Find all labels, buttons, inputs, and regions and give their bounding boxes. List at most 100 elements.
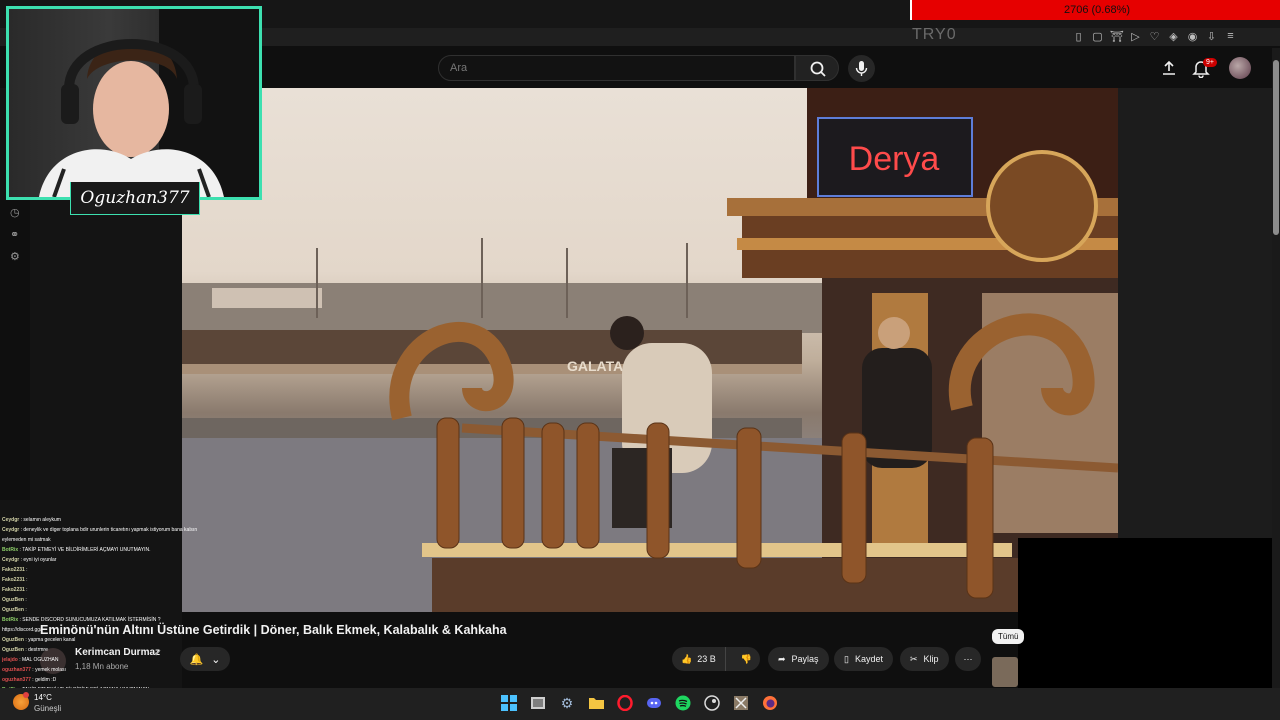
chat-username[interactable]: OguzBen <box>2 647 24 653</box>
chat-text: : <box>24 587 28 593</box>
weather-temperature[interactable]: 14°C <box>34 693 52 702</box>
chat-message: Ceydgr : selamın aleykum <box>2 515 237 525</box>
chat-username[interactable]: Ceydgr <box>2 527 19 533</box>
streamer-name-plate: Oguzhan377 <box>70 182 200 215</box>
settings-icon[interactable]: ⚙ <box>10 250 20 263</box>
share-label: Paylaş <box>791 654 819 664</box>
chat-message: OguzBen : destrmre <box>2 645 237 655</box>
chat-username[interactable]: OguzBen <box>2 637 24 643</box>
opera-icon[interactable] <box>614 692 636 714</box>
settings-icon[interactable]: ⚙ <box>556 692 578 714</box>
chat-username[interactable]: Ceydgr <box>2 517 19 523</box>
search-input[interactable]: Ara <box>438 55 795 81</box>
play-icon[interactable]: ▷ <box>1129 30 1142 43</box>
chat-username[interactable]: oguzhan377 <box>2 677 31 683</box>
chat-username[interactable]: OguzBen <box>2 607 24 613</box>
chat-username[interactable]: OguzBen <box>2 597 24 603</box>
chat-text: : SENDE DISCORD SUNUCUMUZA KATILMAK İSTE… <box>18 617 161 623</box>
thumbs-up-icon: 👍 <box>681 653 693 664</box>
extensions-icon[interactable]: ◈ <box>1167 30 1180 43</box>
chat-message: https://discord.gg/ <box>2 625 237 635</box>
steam-icon[interactable] <box>701 692 723 714</box>
chat-text: : yemek molası <box>30 667 66 673</box>
microphone-icon <box>855 61 868 76</box>
like-button[interactable]: 👍 23 B <box>672 647 727 671</box>
voice-search-button[interactable] <box>848 55 875 82</box>
overlay-blackout <box>1018 538 1280 688</box>
game-icon[interactable] <box>730 692 752 714</box>
chat-text: : yapma gecelen kanal <box>23 637 76 643</box>
stream-chat: Ceydgr : selamın aleykum Ceydgr : deneyli… <box>2 515 237 695</box>
share-icon: ➦ <box>778 653 786 664</box>
notifications-badge: 9+ <box>1203 58 1217 67</box>
chat-message: Fako2231 : <box>2 585 237 595</box>
profile-icon[interactable]: ◉ <box>1186 30 1199 43</box>
shield-icon[interactable]: ⛩ <box>1110 30 1124 43</box>
webcam-feed <box>39 9 259 197</box>
clip-button[interactable]: ✂ Klip <box>900 647 949 671</box>
clip-history-icon[interactable]: ⚭ <box>10 228 19 241</box>
extension-toolbar: ▯ ▢ ⛩ ▷ ♡ ◈ ◉ ⇩ ≡ <box>1072 30 1237 43</box>
scissors-icon: ✂ <box>910 653 918 664</box>
browser-tab-title[interactable]: TRY0 <box>912 26 957 44</box>
chat-username[interactable]: jelajdo <box>2 657 18 663</box>
chat-username[interactable]: oguzhan377 <box>2 667 31 673</box>
thumbs-down-icon: 👎 <box>740 653 752 664</box>
menu-icon[interactable]: ≡ <box>1224 30 1237 43</box>
weather-description[interactable]: Güneşli <box>34 704 61 713</box>
more-icon: ⋯ <box>963 653 973 664</box>
history-icon[interactable]: ◷ <box>10 206 20 219</box>
chat-username[interactable]: BotRix <box>2 547 18 553</box>
upload-icon[interactable] <box>1160 59 1178 82</box>
save-label: Kaydet <box>854 654 883 664</box>
scrollbar-thumb[interactable] <box>1273 60 1279 235</box>
chat-username[interactable]: Fako2231 <box>2 567 25 573</box>
save-button[interactable]: ▯ Kaydet <box>834 647 893 671</box>
more-actions-button[interactable]: ⋯ <box>955 647 981 671</box>
chat-message: oguzhan377 : yemek molası <box>2 665 237 675</box>
chat-text: : MAL OGUZHAN <box>17 657 59 663</box>
recommendations-area <box>1118 88 1272 538</box>
chat-message: jelajdo : MAL OGUZHAN <box>2 655 237 665</box>
search-button[interactable] <box>795 55 839 81</box>
chat-message: Fako2231 : <box>2 575 237 585</box>
chat-message: Ceydgr : eyni iyi oyunlar <box>2 555 237 565</box>
filter-chip-all[interactable]: Tümü <box>992 629 1025 644</box>
bookmark-icon[interactable]: ▯ <box>1072 30 1085 43</box>
video-frame: GALATA Derya <box>182 88 1118 612</box>
chat-text: : TAKİP ETMEYİ VE BİLDİRİMLERİ AÇMAYI UN… <box>18 547 151 553</box>
spotify-icon[interactable] <box>672 692 694 714</box>
chat-text: : <box>24 577 28 583</box>
chat-username[interactable]: Fako2231 <box>2 577 25 583</box>
share-button[interactable]: ➦ Paylaş <box>768 647 829 671</box>
firefox-icon[interactable] <box>759 692 781 714</box>
chat-text: : <box>23 597 27 603</box>
discord-icon[interactable] <box>643 692 665 714</box>
screenshot-icon[interactable]: ▢ <box>1091 30 1104 43</box>
dislike-button[interactable]: 👎 <box>732 654 760 665</box>
heart-icon[interactable]: ♡ <box>1148 30 1161 43</box>
folder-icon[interactable] <box>585 692 607 714</box>
chat-message: OguzBen : <box>2 605 237 615</box>
chat-message: Fako2231 : <box>2 565 237 575</box>
chat-text: : <box>23 607 27 613</box>
side-rail: ◷ ⚭ ⚙ <box>0 200 30 500</box>
clip-label: Klip <box>923 654 939 664</box>
boat-neon-sign: Derya <box>849 140 940 178</box>
chat-username[interactable]: Ceydgr <box>2 557 19 563</box>
taskbar-app-tray: ⚙ <box>498 692 781 714</box>
chat-username[interactable]: Fako2231 <box>2 587 25 593</box>
chat-text: : selamın aleykum <box>19 517 61 523</box>
chat-message: OguzBen : yapma gecelen kanal <box>2 635 237 645</box>
chat-text: https://discord.gg/ <box>2 627 42 633</box>
download-icon[interactable]: ⇩ <box>1205 30 1218 43</box>
video-player[interactable]: GALATA Derya <box>182 88 1118 612</box>
stream-goal-bar: 2706 (0.68%) <box>910 0 1280 20</box>
windows-start-icon[interactable] <box>498 692 520 714</box>
account-avatar[interactable] <box>1229 57 1251 79</box>
recommended-video-thumbnail[interactable] <box>992 657 1018 687</box>
chat-message: eylemeden mi satmak <box>2 535 237 545</box>
file-manager-icon[interactable] <box>527 692 549 714</box>
chat-username[interactable]: BotRix <box>2 617 18 623</box>
chat-text: : deneylik ve diger toplana bdir urunler… <box>19 527 198 533</box>
